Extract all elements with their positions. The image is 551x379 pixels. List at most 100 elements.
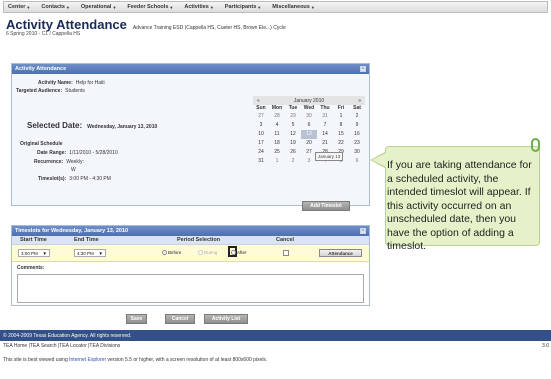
calendar-day[interactable]: 24 [253, 148, 269, 157]
footer-note: This site is best viewed using Internet … [3, 357, 267, 363]
top-nav-bar: Center ▼ Contacts ▼ Operational ▼ Feeder Sc… [3, 1, 548, 13]
period-before-label: Before [168, 250, 182, 255]
calendar-day[interactable]: 22 [333, 139, 349, 148]
calendar-day[interactable]: 10 [253, 130, 269, 139]
collapse-icon[interactable]: ^ [360, 66, 366, 72]
calendar-day[interactable]: 31 [253, 157, 269, 166]
calendar-day[interactable]: 9 [349, 121, 365, 130]
calendar-day[interactable]: 20 [301, 139, 317, 148]
page-title: Activity Attendance [6, 17, 127, 32]
calendar-day[interactable]: 12 [285, 130, 301, 139]
calendar-day[interactable]: 5 [285, 121, 301, 130]
comments-textarea[interactable] [17, 274, 364, 303]
radio-icon [162, 250, 167, 255]
calendar-day[interactable]: 3 [253, 121, 269, 130]
recurrence-label: Recurrence: [34, 159, 64, 165]
calendar-day[interactable]: 1 [269, 157, 285, 166]
calendar-day[interactable]: 19 [285, 139, 301, 148]
audience-label: Targeted Audience: [16, 88, 63, 94]
calendar-day[interactable]: 14 [317, 130, 333, 139]
activity-list-button[interactable]: Activity List [204, 314, 248, 324]
calendar-dow: Sun [256, 105, 266, 111]
start-time-select[interactable]: 3:00 PM ▼ [18, 249, 50, 257]
activity-name-value: Help for Haiti [75, 80, 105, 86]
calendar-dow: Sat [353, 105, 361, 111]
calendar-header: « January 2010 » [253, 96, 365, 105]
calendar-day[interactable]: 13 [301, 130, 317, 139]
activity-attendance-panel: Activity Attendance ^ Activity Name: Hel… [11, 63, 370, 211]
calendar-day[interactable]: 15 [333, 130, 349, 139]
nav-contacts[interactable]: Contacts ▼ [41, 4, 70, 10]
nav-activities-label: Activities [184, 4, 209, 10]
calendar-day[interactable]: 23 [349, 139, 365, 148]
panel-header: Activity Attendance ^ [12, 64, 369, 74]
copyright: © 2004-2009 Texas Education Agency. All … [3, 332, 132, 339]
col-cancel: Cancel [276, 237, 295, 243]
calendar-day[interactable]: 8 [333, 121, 349, 130]
page-context: Advance Training ESD (Cappella HS, Cuete… [132, 25, 286, 31]
nav-operational[interactable]: Operational ▼ [81, 4, 117, 10]
add-timeslot-button[interactable]: Add Timeslot [302, 201, 350, 211]
calendar-dow: Thu [320, 105, 330, 111]
ie-link[interactable]: Internet Explorer [69, 357, 106, 363]
collapse-icon[interactable]: ^ [360, 228, 366, 234]
selected-date-label: Selected Date: [27, 121, 83, 130]
calendar-day[interactable]: 21 [317, 139, 333, 148]
calendar-day[interactable]: 28 [269, 112, 285, 121]
comments-label: Comments: [17, 265, 45, 271]
nav-miscellaneous[interactable]: Miscellaneous ▼ [272, 4, 315, 10]
calendar-day[interactable]: 2 [349, 112, 365, 121]
activity-name-label: Activity Name: [38, 80, 73, 86]
cancel-button[interactable]: Cancel [165, 314, 195, 324]
calendar-day[interactable]: 7 [317, 121, 333, 130]
calendar-day[interactable]: 11 [269, 130, 285, 139]
chevron-down-icon: ▼ [65, 4, 70, 10]
calendar-day[interactable]: 17 [253, 139, 269, 148]
calendar-day[interactable]: 30 [349, 148, 365, 157]
period-before-radio[interactable]: Before [162, 250, 181, 255]
nav-participants-label: Participants [224, 4, 257, 10]
date-range-value: 1/11/2010 - 5/28/2010 [69, 150, 118, 156]
activity-name-field: Activity Name: Help for Haiti [38, 80, 105, 86]
calendar-day[interactable]: 2 [285, 157, 301, 166]
timeslots-label: Timeslot(s): [38, 176, 67, 182]
nav-participants[interactable]: Participants ▼ [225, 4, 261, 10]
calendar-day[interactable]: 16 [349, 130, 365, 139]
calendar-day[interactable]: 18 [269, 139, 285, 148]
paperclip-icon [531, 138, 540, 152]
calendar-day[interactable]: 6 [349, 157, 365, 166]
calendar-day[interactable]: 29 [285, 112, 301, 121]
recurrence-day-value: W [71, 167, 76, 173]
calendar-day[interactable]: 6 [301, 121, 317, 130]
calendar-day[interactable]: 1 [333, 112, 349, 121]
attendance-button[interactable]: Attendance [319, 249, 362, 257]
next-month-button[interactable]: » [358, 98, 361, 104]
calendar-dow: Mon [271, 105, 283, 111]
nav-center[interactable]: Center ▼ [8, 4, 30, 10]
nav-activities[interactable]: Activities ▼ [184, 4, 213, 10]
timeslots-field: Timeslot(s): 3:00 PM - 4:30 PM [38, 176, 111, 182]
panel-title: Activity Attendance [15, 66, 67, 72]
selected-date: Selected Date: Wednesday, January 13, 20… [27, 121, 157, 130]
chevron-down-icon: ▼ [98, 250, 103, 256]
chevron-down-icon: ▼ [209, 4, 214, 10]
cancel-checkbox[interactable] [283, 250, 289, 256]
end-time-select[interactable]: 4:30 PM ▼ [74, 249, 106, 257]
calendar-day[interactable]: 31 [317, 112, 333, 121]
calendar-day[interactable]: 27 [253, 112, 269, 121]
period-after-radio[interactable]: After [231, 250, 247, 255]
calendar-day[interactable]: 26 [285, 148, 301, 157]
calendar-dow: Fri [337, 105, 345, 111]
nav-operational-label: Operational [80, 4, 112, 10]
callout-text: If you are taking attendance for a sched… [387, 159, 532, 252]
calendar-day[interactable]: 30 [301, 112, 317, 121]
calendar-day[interactable]: 25 [269, 148, 285, 157]
nav-feeder-schools[interactable]: Feeder Schools ▼ [127, 4, 173, 10]
prev-month-button[interactable]: « [257, 98, 260, 104]
chevron-down-icon: ▼ [26, 4, 31, 10]
save-button[interactable]: Save [126, 314, 147, 324]
footer-links[interactable]: TEA Home |TEA Search |TEA Locator |TEA D… [3, 343, 120, 349]
calendar-tooltip: January 13 [315, 152, 344, 161]
calendar-day[interactable]: 4 [269, 121, 285, 130]
selected-date-value: Wednesday, January 13, 2010 [87, 124, 158, 130]
